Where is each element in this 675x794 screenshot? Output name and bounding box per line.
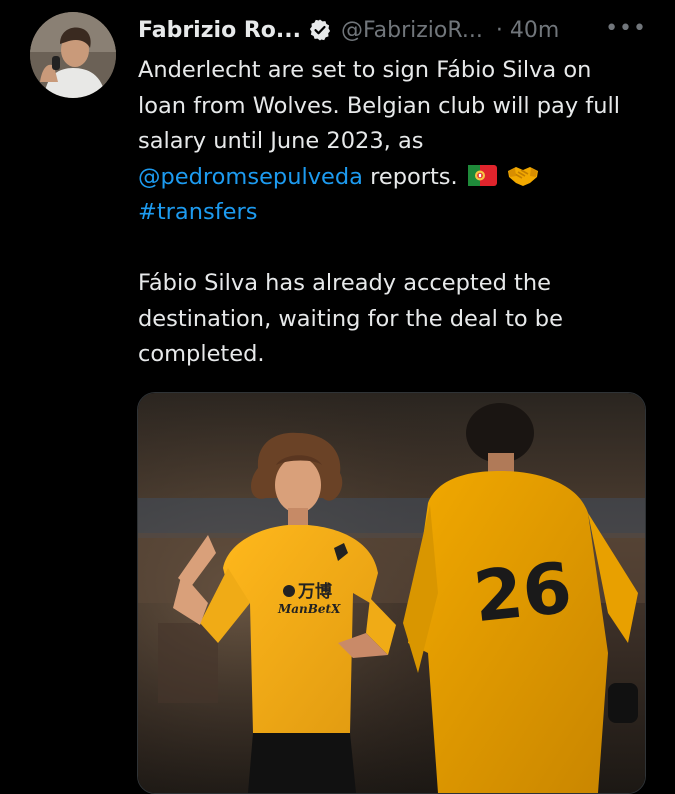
text-line: salary until June 2023, as [138, 128, 424, 154]
verified-badge-icon [309, 19, 331, 41]
avatar[interactable] [30, 12, 116, 98]
text-fragment: reports. [362, 163, 458, 190]
hashtag-link[interactable]: #transfers [138, 199, 257, 225]
separator-dot: · [495, 17, 503, 43]
portugal-flag-icon [467, 164, 497, 186]
text-line: destination, waiting for the deal to be [138, 305, 563, 332]
text-line: loan from Wolves. Belgian club will pay … [138, 92, 620, 119]
tweet-paragraph-1: Anderlecht are set to sign Fábio Silva o… [138, 53, 648, 231]
tweet-paragraph-2: Fábio Silva has already accepted the des… [138, 266, 648, 373]
author-handle[interactable]: @FabrizioR... [341, 18, 483, 43]
profile-photo-avatar-icon [30, 12, 116, 98]
shirt-sponsor-logo: ManBetX [277, 602, 341, 616]
text-line: completed. [138, 341, 265, 367]
shirt-number: 26 [470, 547, 575, 639]
tweet-header: Fabrizio Ro... @FabrizioR... · 40m ••• [138, 14, 647, 46]
handshake-icon [508, 166, 538, 186]
more-options-icon[interactable]: ••• [605, 16, 647, 41]
timestamp[interactable]: 40m [510, 18, 559, 43]
football-players-photo: 26 万博 ManBetX [138, 393, 645, 793]
tweet-photo[interactable]: 26 万博 ManBetX [137, 392, 646, 794]
text-line: Anderlecht are set to sign Fábio Silva o… [138, 57, 592, 83]
tweet-text: Anderlecht are set to sign Fábio Silva o… [138, 53, 648, 373]
text-line: Fábio Silva has already accepted the [138, 270, 551, 296]
shirt-sponsor-chinese: 万博 [297, 581, 332, 602]
author-name[interactable]: Fabrizio Ro... [138, 18, 301, 43]
mention-link[interactable]: @pedromsepulveda [138, 164, 363, 190]
